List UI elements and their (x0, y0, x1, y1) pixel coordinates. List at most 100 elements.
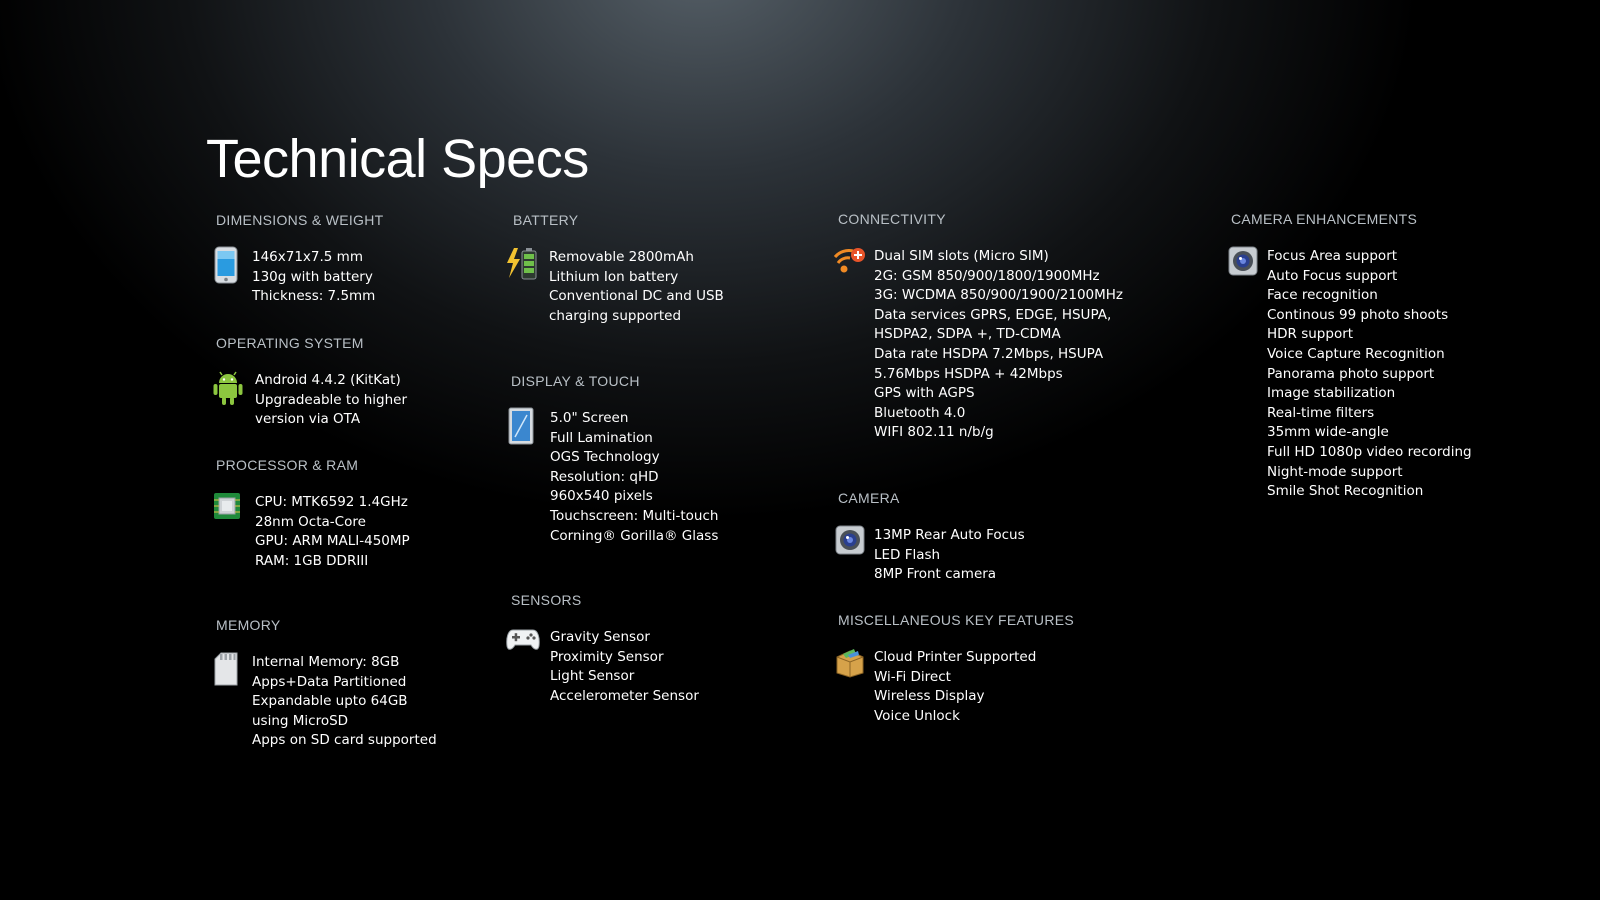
spec-line: 3G: WCDMA 850/900/1900/2100MHz (874, 287, 1124, 304)
spec-line: GPU: ARM MALI-450MP (255, 533, 410, 550)
wireless-signal-icon (832, 245, 865, 281)
section-heading: PROCESSOR & RAM (216, 457, 359, 473)
spec-line: 35mm wide-angle (1267, 424, 1389, 441)
section-connectivity: CONNECTIVITY Dual SIM slots (Micro SIM) … (833, 211, 1123, 443)
spec-line: Gravity Sensor (550, 629, 650, 645)
section-body: Cloud Printer Supported Wi-Fi Direct Wir… (836, 648, 1074, 726)
spec-list: 5.0" Screen Full Lamination OGS Technolo… (550, 409, 718, 546)
spec-line: Image stabilization (1267, 385, 1396, 402)
tablet-screen-icon (507, 407, 539, 445)
section-heading: DIMENSIONS & WEIGHT (216, 212, 384, 228)
spec-line: GPS with AGPS (874, 385, 975, 402)
section-heading: CAMERA ENHANCEMENTS (1231, 211, 1418, 227)
spec-line: Cloud Printer Supported (874, 649, 1037, 665)
spec-line: Light Sensor (550, 668, 635, 685)
battery-charging-icon (505, 246, 537, 282)
package-box-icon (834, 646, 866, 682)
spec-list: Android 4.4.2 (KitKat) Upgradeable to hi… (255, 371, 407, 430)
section-camera: CAMERA 13MP Rear Auto Focus LED Flash 8M… (835, 490, 1025, 585)
spec-line: Android 4.4.2 (KitKat) (255, 372, 401, 388)
spec-list: CPU: MTK6592 1.4GHz 28nm Octa-Core GPU: … (255, 493, 410, 571)
spec-line: Wireless Display (874, 688, 985, 705)
section-sensors: SENSORS Gravity Sensor Proximity Sensor … (506, 592, 699, 706)
spec-list: Cloud Printer Supported Wi-Fi Direct Wir… (874, 648, 1074, 726)
spec-line: Upgradeable to higher (255, 391, 408, 408)
spec-list: Focus Area support Auto Focus support Fa… (1267, 247, 1472, 502)
section-heading: CONNECTIVITY (838, 211, 946, 227)
spec-line: using MicroSD (252, 712, 349, 729)
section-body: Dual SIM slots (Micro SIM) 2G: GSM 850/9… (833, 247, 1123, 443)
spec-line: charging supported (549, 307, 682, 324)
section-heading: MISCELLANEOUS KEY FEATURES (838, 612, 1075, 628)
spec-list: Gravity Sensor Proximity Sensor Light Se… (550, 628, 699, 706)
gamepad-icon (505, 626, 541, 662)
spec-line: Thickness: 7.5mm (252, 288, 376, 305)
spec-line: Bluetooth 4.0 (874, 404, 966, 421)
spec-line: Expandable upto 64GB (252, 693, 408, 710)
spec-list: Internal Memory: 8GB Apps+Data Partition… (252, 653, 437, 751)
android-icon (212, 369, 244, 405)
camera-icon (834, 524, 866, 560)
section-heading: BATTERY (513, 212, 579, 228)
chip-icon (212, 491, 244, 527)
spec-line: 146x71x7.5 mm (252, 249, 363, 265)
section-body: 146x71x7.5 mm 130g with battery Thicknes… (214, 246, 384, 307)
section-memory: MEMORY Internal Memory: 8GB Apps+Data Pa… (214, 617, 437, 751)
section-display: DISPLAY & TOUCH 5.0" Screen Full Laminat… (508, 373, 718, 546)
spec-line: Auto Focus support (1267, 267, 1398, 284)
spec-line: 8MP Front camera (874, 566, 997, 583)
section-heading: CAMERA (838, 490, 900, 506)
spec-line: RAM: 1GB DDRIII (255, 552, 369, 569)
spec-line: Accelerometer Sensor (550, 687, 699, 704)
spec-line: WIFI 802.11 n/b/g (874, 424, 994, 441)
spec-line: Apps on SD card supported (252, 732, 437, 749)
section-body: 5.0" Screen Full Lamination OGS Technolo… (508, 407, 718, 546)
spec-line: HDR support (1267, 326, 1354, 343)
spec-line: Proximity Sensor (550, 648, 664, 665)
spec-line: Dual SIM slots (Micro SIM) (874, 248, 1049, 264)
spec-line: Continous 99 photo shoots (1267, 306, 1449, 323)
spec-line: Full HD 1080p video recording (1267, 443, 1472, 460)
spec-line: Apps+Data Partitioned (252, 673, 407, 690)
spec-line: OGS Technology (550, 449, 660, 466)
spec-line: Panorama photo support (1267, 365, 1435, 382)
section-heading: DISPLAY & TOUCH (511, 373, 640, 389)
section-body: Focus Area support Auto Focus support Fa… (1228, 246, 1472, 502)
section-heading: OPERATING SYSTEM (216, 335, 364, 351)
spec-line: Lithium Ion battery (549, 268, 679, 285)
spec-line: 13MP Rear Auto Focus (874, 527, 1025, 543)
section-body: Internal Memory: 8GB Apps+Data Partition… (214, 652, 437, 751)
spec-line: Corning® Gorilla® Glass (550, 527, 719, 544)
section-body: CPU: MTK6592 1.4GHz 28nm Octa-Core GPU: … (214, 493, 410, 571)
section-os: OPERATING SYSTEM Android 4.4.2 (KitKat) … (213, 335, 407, 430)
spec-line: Voice Capture Recognition (1267, 345, 1445, 362)
spec-line: Night-mode support (1267, 463, 1403, 480)
spec-list: Dual SIM slots (Micro SIM) 2G: GSM 850/9… (874, 247, 1123, 443)
spec-line: 28nm Octa-Core (255, 513, 366, 530)
spec-list: 13MP Rear Auto Focus LED Flash 8MP Front… (874, 526, 1025, 585)
spec-line: HSDPA2, SDPA +, TD-CDMA (874, 326, 1061, 343)
section-body: Android 4.4.2 (KitKat) Upgradeable to hi… (213, 371, 407, 430)
spec-list: Removable 2800mAh Lithium Ion battery Co… (549, 248, 724, 326)
section-heading: MEMORY (216, 617, 281, 633)
spec-line: version via OTA (255, 411, 361, 428)
section-body: 13MP Rear Auto Focus LED Flash 8MP Front… (835, 525, 1025, 585)
smartphone-icon (212, 246, 244, 284)
spec-line: 5.0" Screen (550, 410, 629, 426)
spec-list: 146x71x7.5 mm 130g with battery Thicknes… (252, 248, 384, 307)
spec-line: LED Flash (874, 546, 941, 563)
spec-line: 960x540 pixels (550, 488, 653, 505)
section-body: Removable 2800mAh Lithium Ion battery Co… (507, 248, 724, 326)
section-camera-enhancements: CAMERA ENHANCEMENTS Focus Area support A… (1228, 211, 1472, 502)
sd-card-icon (212, 651, 244, 687)
spec-line: Resolution: qHD (550, 468, 659, 485)
spec-line: Touchscreen: Multi-touch (550, 507, 719, 524)
section-battery: BATTERY Removable 2800mAh Lithium Ion ba… (507, 212, 724, 326)
section-body: Gravity Sensor Proximity Sensor Light Se… (506, 628, 699, 706)
spec-line: Smile Shot Recognition (1267, 483, 1424, 500)
spec-line: Focus Area support (1267, 248, 1398, 264)
spec-line: CPU: MTK6592 1.4GHz (255, 494, 408, 510)
spec-line: 130g with battery (252, 268, 373, 285)
spec-line: 2G: GSM 850/900/1800/1900MHz (874, 267, 1100, 284)
spec-line: Internal Memory: 8GB (252, 654, 400, 670)
